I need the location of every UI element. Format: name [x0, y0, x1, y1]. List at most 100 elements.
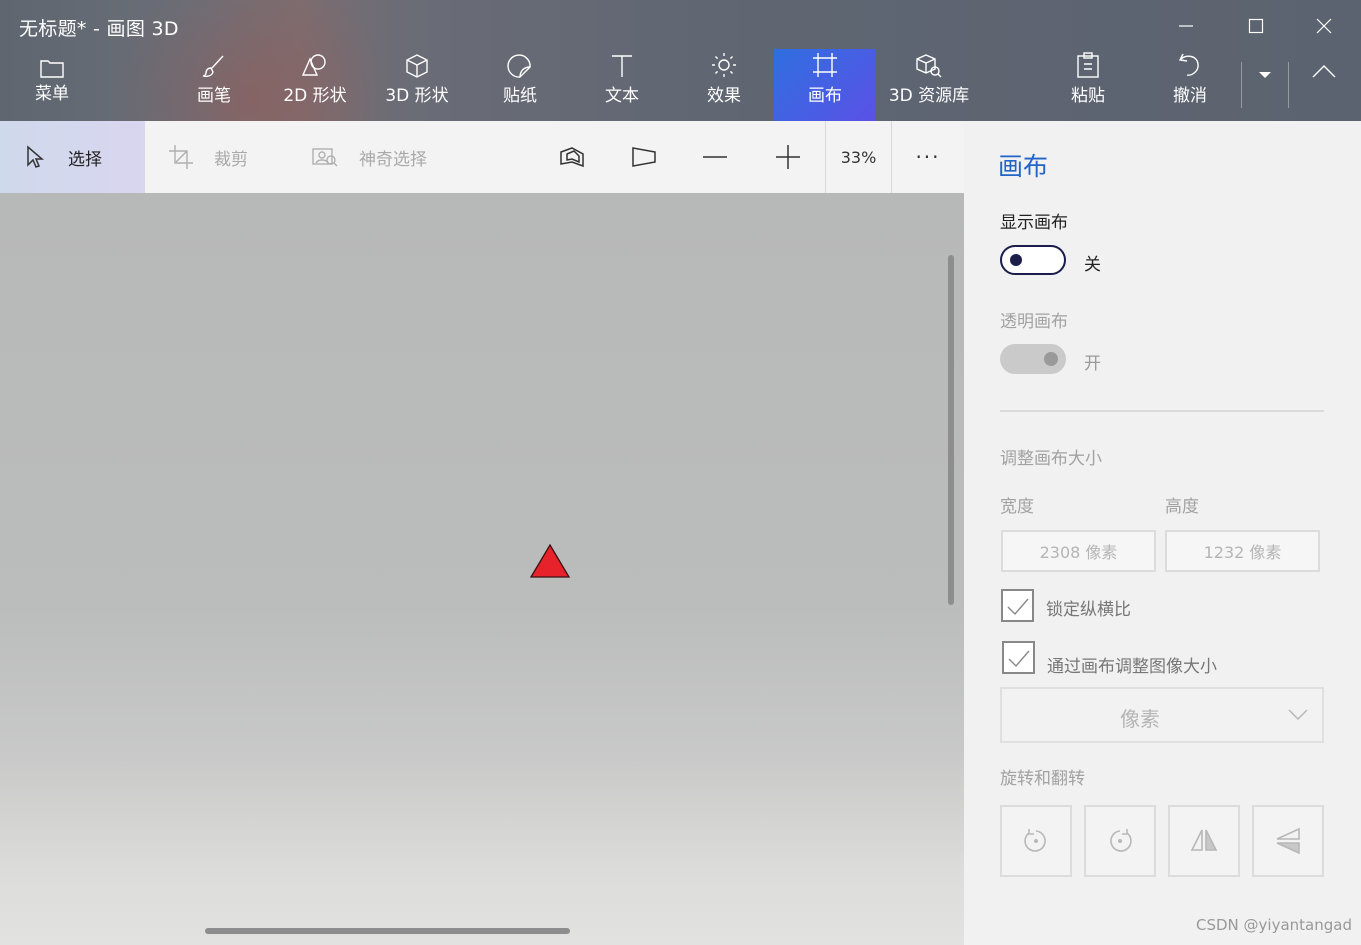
paste-button[interactable]: 粘贴 — [1053, 49, 1123, 121]
watermark-text: CSDN @yiyantangad — [1196, 916, 1352, 934]
collapse-toolbar-button[interactable] — [1294, 49, 1354, 121]
width-input[interactable]: 2308 像素 — [1001, 530, 1156, 572]
lock-aspect-ratio-checkbox[interactable] — [1001, 589, 1034, 622]
undo-label: 撤消 — [1173, 86, 1207, 106]
3d-shapes-icon — [406, 54, 428, 78]
zoom-in-button[interactable] — [758, 121, 818, 193]
toggle-knob — [1010, 254, 1022, 266]
flip-horizontal-button[interactable] — [1168, 805, 1240, 877]
tab-2d-shapes-label: 2D 形状 — [283, 86, 347, 106]
canvas-side-panel: 画布 显示画布 关 透明画布 开 调整画布大小 宽度 高度 2308 像素 12… — [964, 121, 1361, 945]
text-icon — [612, 55, 632, 77]
sticker-icon — [507, 54, 531, 78]
tab-2d-shapes[interactable]: 2D 形状 — [272, 49, 358, 121]
flip-vertical-button[interactable] — [1252, 805, 1324, 877]
tab-stickers[interactable]: 贴纸 — [484, 49, 556, 121]
title-toolbar-area: 无标题* - 画图 3D 菜单 画笔 2D 形状 3D 形状 贴纸 文本 效果 — [0, 0, 1361, 121]
plus-icon — [776, 145, 800, 169]
canvas-icon — [813, 53, 837, 77]
lock-aspect-ratio-label: 锁定纵横比 — [1046, 600, 1131, 620]
resize-canvas-heading: 调整画布大小 — [1000, 449, 1102, 469]
chevron-up-icon — [1312, 65, 1336, 78]
tab-3d-library[interactable]: 3D 资源库 — [884, 49, 974, 121]
transparent-canvas-label: 透明画布 — [1000, 312, 1068, 332]
chevron-down-icon — [1288, 709, 1308, 720]
3d-library-icon — [916, 54, 942, 78]
rotate-flip-heading: 旋转和翻转 — [1000, 769, 1085, 789]
paste-icon — [1077, 52, 1099, 78]
rotate-right-button[interactable] — [1084, 805, 1156, 877]
tab-brushes-label: 画笔 — [197, 86, 231, 106]
transparent-canvas-state: 开 — [1084, 354, 1101, 374]
2d-shapes-icon — [301, 54, 326, 76]
red-triangle-shape[interactable] — [529, 543, 571, 579]
horizontal-scrollbar[interactable] — [205, 928, 570, 934]
rotate-left-icon — [1024, 829, 1046, 852]
tab-text-label: 文本 — [605, 86, 639, 106]
drawing-canvas[interactable] — [0, 193, 964, 945]
crop-tool[interactable]: 裁剪 — [168, 121, 248, 193]
maximize-button[interactable] — [1222, 0, 1290, 52]
show-canvas-toggle[interactable] — [1000, 245, 1066, 275]
brush-icon — [202, 55, 224, 78]
tab-3d-shapes[interactable]: 3D 形状 — [374, 49, 460, 121]
3d-view-icon — [560, 147, 584, 168]
tab-brushes[interactable]: 画笔 — [179, 49, 249, 121]
transparent-canvas-toggle[interactable] — [1000, 344, 1066, 374]
flip-vertical-icon — [1276, 827, 1300, 855]
caret-down-icon — [1259, 72, 1271, 78]
toggle-knob — [1044, 352, 1058, 366]
zoom-out-button[interactable] — [685, 121, 745, 193]
crop-icon — [169, 145, 193, 169]
paste-label: 粘贴 — [1071, 86, 1105, 106]
tab-canvas[interactable]: 画布 — [774, 49, 876, 121]
crop-label: 裁剪 — [214, 149, 248, 170]
tab-text[interactable]: 文本 — [587, 49, 657, 121]
undo-icon — [1178, 53, 1199, 76]
select-tool[interactable]: 选择 — [0, 121, 145, 193]
sun-icon — [712, 53, 736, 77]
show-canvas-state: 关 — [1084, 255, 1101, 275]
tab-stickers-label: 贴纸 — [503, 86, 537, 106]
menu-label: 菜单 — [35, 84, 69, 104]
sub-toolbar: 选择 裁剪 神奇选择 33% ··· — [0, 121, 964, 193]
show-canvas-label: 显示画布 — [1000, 213, 1068, 233]
toolbar-divider — [1241, 62, 1242, 108]
undo-button[interactable]: 撤消 — [1155, 49, 1225, 121]
close-icon — [1316, 18, 1332, 34]
zoom-level[interactable]: 33% — [825, 121, 892, 193]
unit-dropdown[interactable]: 像素 — [1000, 687, 1324, 743]
close-button[interactable] — [1290, 0, 1358, 52]
panel-divider — [1000, 410, 1324, 412]
resize-image-with-canvas-label: 通过画布调整图像大小 — [1047, 657, 1217, 677]
undo-history-dropdown[interactable] — [1243, 49, 1287, 121]
checkmark-icon — [1007, 598, 1029, 616]
minimize-button[interactable] — [1152, 0, 1220, 52]
window-title: 无标题* - 画图 3D — [19, 18, 179, 40]
perspective-button[interactable] — [614, 121, 674, 193]
tab-canvas-label: 画布 — [808, 86, 842, 106]
folder-icon — [40, 60, 64, 78]
magic-select-tool[interactable]: 神奇选择 — [311, 121, 427, 193]
tab-3d-library-label: 3D 资源库 — [888, 86, 970, 106]
perspective-icon — [632, 147, 656, 167]
resize-image-with-canvas-checkbox[interactable] — [1002, 641, 1035, 674]
vertical-scrollbar[interactable] — [948, 255, 954, 605]
tab-effects-label: 效果 — [707, 86, 741, 106]
maximize-icon — [1248, 18, 1264, 34]
height-input[interactable]: 1232 像素 — [1165, 530, 1320, 572]
menu-button[interactable]: 菜单 — [18, 49, 86, 121]
more-options-button[interactable]: ··· — [900, 121, 956, 193]
view-3d-button[interactable] — [542, 121, 602, 193]
minus-icon — [703, 156, 727, 158]
height-label: 高度 — [1165, 497, 1199, 517]
panel-title: 画布 — [998, 152, 1049, 181]
toolbar-divider — [1288, 62, 1289, 108]
minimize-icon — [1179, 25, 1193, 27]
rotate-right-icon — [1110, 829, 1132, 852]
tab-effects[interactable]: 效果 — [689, 49, 759, 121]
magic-select-label: 神奇选择 — [359, 149, 427, 170]
rotate-left-button[interactable] — [1000, 805, 1072, 877]
magic-select-icon — [312, 148, 338, 167]
unit-dropdown-value: 像素 — [1120, 707, 1160, 731]
